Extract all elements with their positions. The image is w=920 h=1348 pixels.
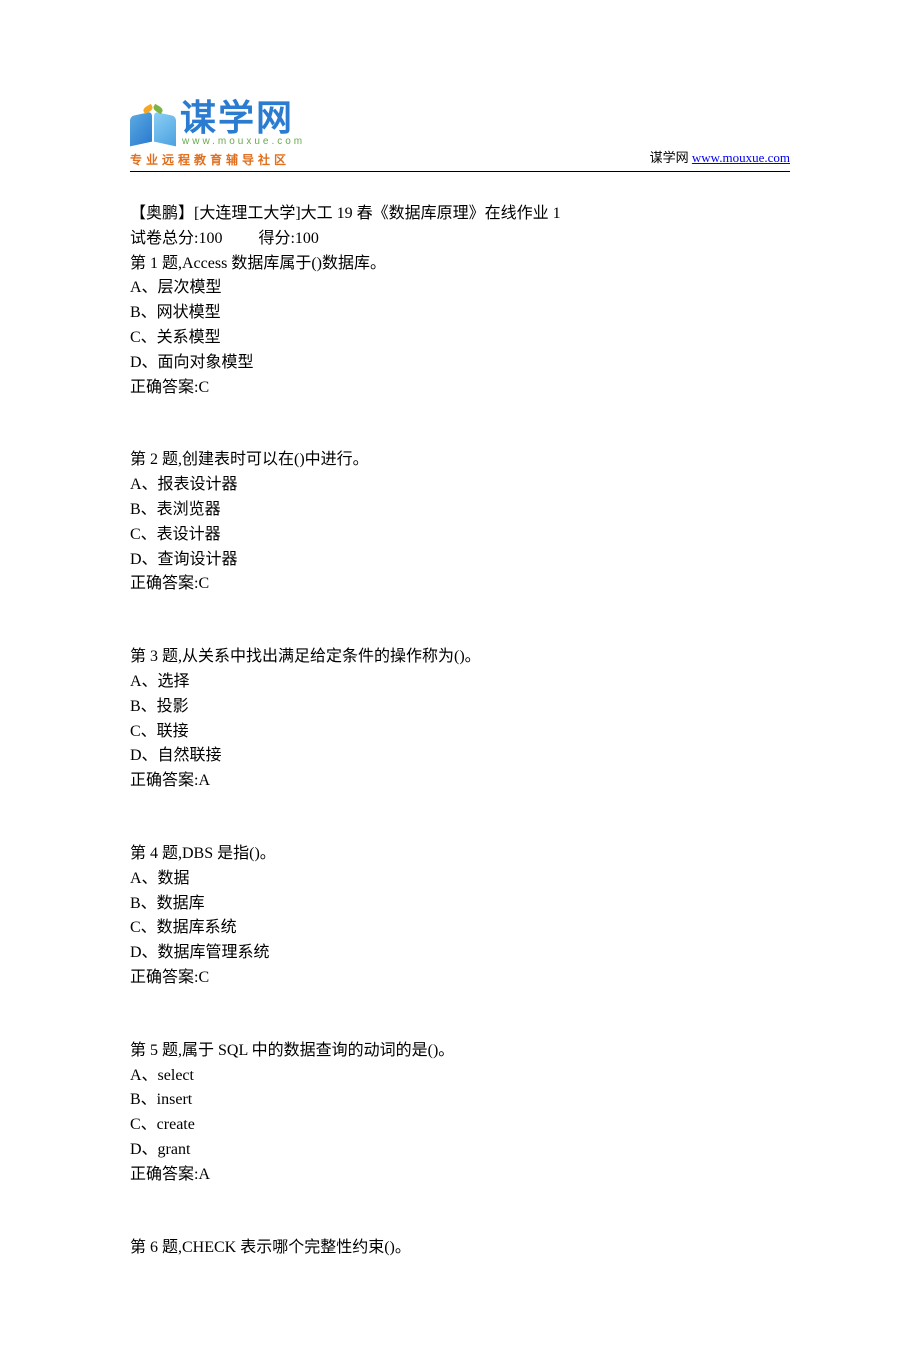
score-total: 试卷总分:100 <box>130 230 222 247</box>
question-option: C、关系模型 <box>130 326 790 351</box>
question-stem: 第 5 题,属于 SQL 中的数据查询的动词的是()。 <box>130 1039 790 1064</box>
page-header: 谋学网 www.mouxue.com 专业远程教育辅导社区 谋学网 www.mo… <box>130 100 790 172</box>
book-sprout-icon <box>130 104 176 146</box>
question-option: C、表设计器 <box>130 523 790 548</box>
brand-text: 谋学网 <box>650 150 692 165</box>
question-option: D、面向对象模型 <box>130 351 790 376</box>
question-answer: 正确答案:C <box>130 966 790 991</box>
question-stem: 第 4 题,DBS 是指()。 <box>130 842 790 867</box>
logo-top-row: 谋学网 www.mouxue.com <box>130 100 305 149</box>
question-block: 第 5 题,属于 SQL 中的数据查询的动词的是()。 A、select B、i… <box>130 1039 790 1188</box>
question-option: B、insert <box>130 1088 790 1113</box>
question-option: A、报表设计器 <box>130 473 790 498</box>
score-got: 得分:100 <box>258 230 318 247</box>
question-answer: 正确答案:C <box>130 376 790 401</box>
question-block: 第 6 题,CHECK 表示哪个完整性约束()。 <box>130 1236 790 1261</box>
exam-title: 【奥鹏】[大连理工大学]大工 19 春《数据库原理》在线作业 1 <box>130 202 790 227</box>
question-option: A、select <box>130 1064 790 1089</box>
question-option: D、grant <box>130 1138 790 1163</box>
score-line: 试卷总分:100 得分:100 <box>130 227 790 252</box>
question-block: 第 2 题,创建表时可以在()中进行。 A、报表设计器 B、表浏览器 C、表设计… <box>130 448 790 597</box>
content-body: 【奥鹏】[大连理工大学]大工 19 春《数据库原理》在线作业 1 试卷总分:10… <box>130 202 790 1260</box>
question-block: 第 1 题,Access 数据库属于()数据库。 A、层次模型 B、网状模型 C… <box>130 252 790 401</box>
logo-subtitle: 专业远程教育辅导社区 <box>130 151 305 169</box>
question-answer: 正确答案:A <box>130 769 790 794</box>
question-answer: 正确答案:C <box>130 572 790 597</box>
brand-url-link[interactable]: www.mouxue.com <box>692 150 790 165</box>
question-option: A、层次模型 <box>130 276 790 301</box>
question-block: 第 4 题,DBS 是指()。 A、数据 B、数据库 C、数据库系统 D、数据库… <box>130 842 790 991</box>
question-option: A、选择 <box>130 670 790 695</box>
logo-text-en: www.mouxue.com <box>182 134 305 149</box>
question-option: D、查询设计器 <box>130 548 790 573</box>
question-option: B、网状模型 <box>130 301 790 326</box>
question-option: D、自然联接 <box>130 744 790 769</box>
logo-text-column: 谋学网 www.mouxue.com <box>180 100 305 149</box>
question-option: B、数据库 <box>130 892 790 917</box>
logo-text-cn: 谋学网 <box>180 100 305 136</box>
logo-block: 谋学网 www.mouxue.com 专业远程教育辅导社区 <box>130 100 305 169</box>
question-option: C、联接 <box>130 720 790 745</box>
question-stem: 第 6 题,CHECK 表示哪个完整性约束()。 <box>130 1236 790 1261</box>
question-option: C、create <box>130 1113 790 1138</box>
question-block: 第 3 题,从关系中找出满足给定条件的操作称为()。 A、选择 B、投影 C、联… <box>130 645 790 794</box>
question-option: B、投影 <box>130 695 790 720</box>
question-option: D、数据库管理系统 <box>130 941 790 966</box>
question-stem: 第 3 题,从关系中找出满足给定条件的操作称为()。 <box>130 645 790 670</box>
question-stem: 第 1 题,Access 数据库属于()数据库。 <box>130 252 790 277</box>
header-brand-link-area: 谋学网 www.mouxue.com <box>650 148 790 170</box>
question-option: C、数据库系统 <box>130 916 790 941</box>
question-answer: 正确答案:A <box>130 1163 790 1188</box>
question-option: A、数据 <box>130 867 790 892</box>
question-option: B、表浏览器 <box>130 498 790 523</box>
page-container: 谋学网 www.mouxue.com 专业远程教育辅导社区 谋学网 www.mo… <box>0 0 920 1348</box>
question-stem: 第 2 题,创建表时可以在()中进行。 <box>130 448 790 473</box>
